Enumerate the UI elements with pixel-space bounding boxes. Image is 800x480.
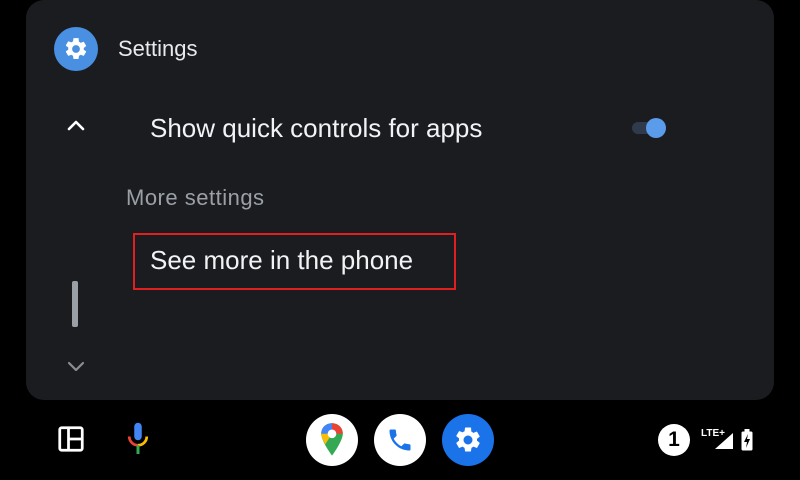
page-title: Settings (118, 36, 198, 61)
settings-app-button[interactable] (442, 414, 494, 466)
notification-badge[interactable]: 1 (658, 424, 690, 456)
more-settings-header: More settings (126, 185, 265, 210)
gear-icon (65, 38, 87, 59)
phone-app-button[interactable] (374, 414, 426, 466)
microphone-icon (127, 422, 149, 454)
chevron-down-icon (67, 361, 85, 372)
toggle-thumb (646, 118, 666, 138)
dashboard-icon (58, 426, 84, 452)
quick-controls-toggle[interactable] (632, 118, 668, 138)
scrollbar-thumb[interactable] (72, 281, 78, 327)
scroll-down-button[interactable] (62, 352, 90, 380)
notification-count: 1 (668, 428, 680, 451)
scroll-up-button[interactable] (62, 112, 90, 140)
maps-icon (321, 423, 343, 456)
battery-charging-icon (741, 429, 753, 451)
gear-icon (456, 427, 480, 452)
app-launcher-button[interactable] (52, 420, 90, 458)
see-more-in-phone-label: See more in the phone (150, 245, 414, 275)
settings-app-icon (54, 27, 98, 71)
voice-assistant-button[interactable] (120, 418, 156, 460)
maps-app-button[interactable] (306, 414, 358, 466)
signal-icon (715, 433, 733, 449)
phone-icon (389, 429, 411, 451)
quick-controls-label[interactable]: Show quick controls for apps (150, 113, 482, 144)
chevron-up-icon (67, 120, 85, 131)
see-more-in-phone-row[interactable]: See more in the phone (133, 233, 456, 290)
